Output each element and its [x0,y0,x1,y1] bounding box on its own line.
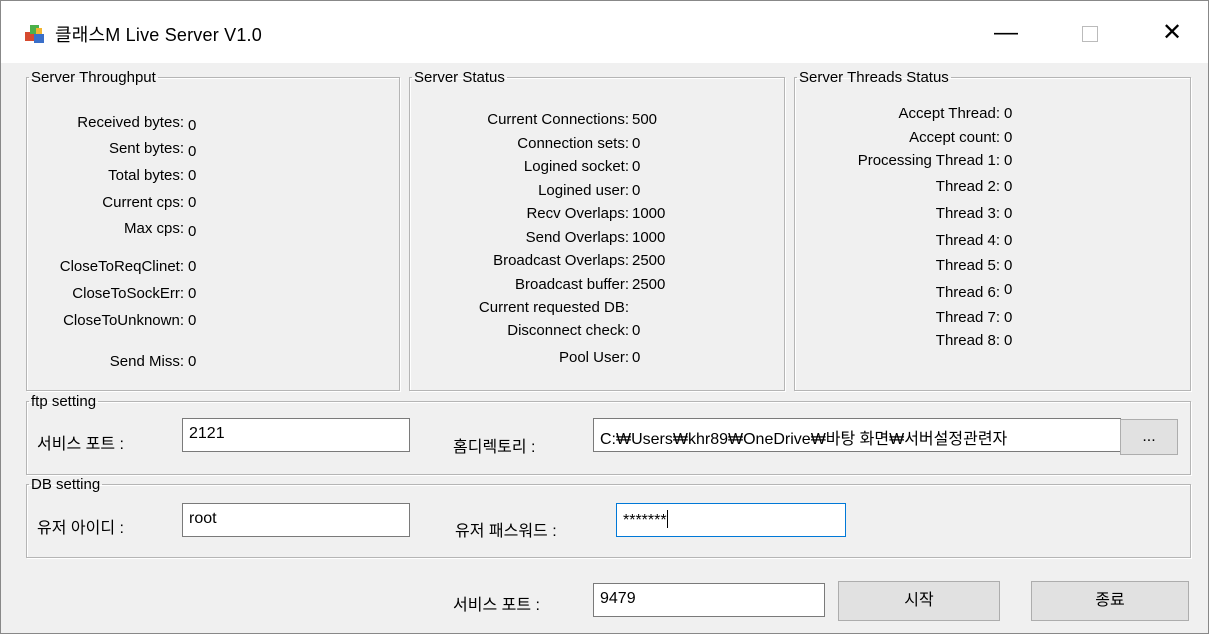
status-label: Current requested DB: [478,299,629,316]
status-label: Logined user: [538,182,629,199]
status-label: Broadcast buffer: [515,276,629,293]
status-label: Connection sets: [517,135,629,152]
thread-value: 0 [1004,205,1013,222]
stat-label: Send Miss: [109,353,184,370]
status-value: 0 [632,349,641,366]
thread-label: Processing Thread 1: [857,152,1000,169]
close-icon: ✕ [1161,19,1183,46]
thread-value: 0 [1004,309,1013,326]
db-user-label: 유저 아이디 : [37,520,124,537]
status-label: Current Connections: [487,111,629,128]
minimize-icon: — [994,19,1018,46]
service-port-label: 서비스 포트 : [453,597,540,614]
status-label: Recv Overlaps: [526,205,629,222]
service-port-input[interactable]: 9479 [593,583,825,617]
stat-label: Total bytes: [108,167,184,184]
browse-button[interactable]: ... [1120,419,1178,455]
stat-value: 0 [188,194,197,211]
stat-label: Max cps: [123,220,184,237]
thread-value: 0 [1004,152,1013,169]
db-setting-legend: DB setting [31,476,101,493]
stat-label: Sent bytes: [108,140,184,157]
maximize-button[interactable] [1067,15,1113,51]
thread-label: Thread 7: [935,309,1000,326]
home-directory-input[interactable]: C:₩Users₩khr89₩OneDrive₩바탕 화면₩서버설정관련자 [593,418,1121,452]
status-label: Broadcast Overlaps: [493,252,629,269]
status-label: Pool User: [558,349,629,366]
ftp-port-input[interactable]: 2121 [182,418,410,452]
thread-value: 0 [1004,232,1013,249]
thread-label: Accept count: [909,129,1000,146]
thread-value: 0 [1004,105,1013,122]
stat-value: 0 [188,167,197,184]
status-value: 1000 [632,205,666,222]
stat-value: 0 [188,117,197,134]
db-password-input[interactable]: ******* [616,503,846,537]
db-user-input[interactable]: root [182,503,410,537]
server-status-legend: Server Status [414,69,505,86]
app-icon [25,25,44,43]
thread-value: 0 [1004,178,1013,195]
stat-label: Received bytes: [77,114,184,131]
thread-label: Thread 8: [935,332,1000,349]
window-title: 클래스M Live Server V1.0 [55,25,262,45]
status-value: 500 [632,111,658,128]
stat-label: CloseToReqClinet: [59,258,184,275]
status-value: 2500 [632,252,666,269]
status-label: Logined socket: [523,158,629,175]
maximize-icon [1082,25,1098,42]
server-throughput-legend: Server Throughput [31,69,156,86]
main-window: 클래스M Live Server V1.0 — ✕ Server Through… [0,0,1209,634]
status-value: 0 [632,322,641,339]
status-value: 0 [632,135,641,152]
close-button[interactable]: ✕ [1149,15,1195,51]
stat-value: 0 [188,258,197,275]
minimize-button[interactable]: — [983,15,1029,51]
stat-value: 0 [188,312,197,329]
status-label: Send Overlaps: [525,229,629,246]
thread-value: 0 [1004,281,1013,298]
thread-label: Thread 6: [935,284,1000,301]
text-caret [666,510,668,528]
home-directory-label: 홈디렉토리 : [453,439,536,456]
exit-button[interactable]: 종료 [1031,581,1189,621]
stat-value: 0 [188,223,197,240]
status-value: 0 [632,158,641,175]
stat-label: Current cps: [102,194,184,211]
stat-label: CloseToUnknown: [63,312,184,329]
thread-value: 0 [1004,129,1013,146]
stat-value: 0 [188,353,197,370]
status-label: Disconnect check: [507,322,629,339]
ftp-setting-legend: ftp setting [31,393,97,410]
thread-value: 0 [1004,332,1013,349]
thread-label: Thread 5: [935,257,1000,274]
thread-label: Thread 4: [935,232,1000,249]
thread-label: Thread 2: [935,178,1000,195]
start-button[interactable]: 시작 [838,581,1000,621]
stat-value: 0 [188,143,197,160]
thread-label: Thread 3: [935,205,1000,222]
db-password-value: ******* [623,512,667,529]
thread-label: Accept Thread: [898,105,1000,122]
server-threads-legend: Server Threads Status [799,69,949,86]
status-value: 2500 [632,276,666,293]
db-password-label: 유저 패스워드 : [455,523,557,540]
stat-value: 0 [188,285,197,302]
status-value: 1000 [632,229,666,246]
stat-label: CloseToSockErr: [72,285,184,302]
thread-value: 0 [1004,257,1013,274]
title-bar: 클래스M Live Server V1.0 — ✕ [1,1,1208,63]
status-value: 0 [632,182,641,199]
ftp-port-label: 서비스 포트 : [37,436,124,453]
